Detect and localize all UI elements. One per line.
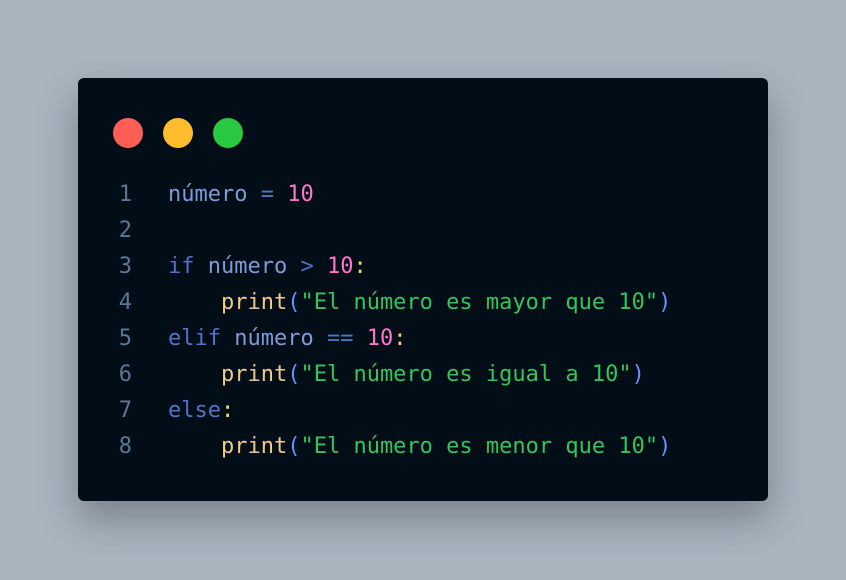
code-line: 1 número = 10 bbox=[78, 177, 768, 213]
code-token-paren: ) bbox=[631, 362, 645, 387]
code-line: 2 bbox=[78, 213, 768, 249]
code-token-num: 10 bbox=[326, 254, 354, 279]
code-token-kw: else bbox=[168, 398, 221, 423]
code-token-var: número bbox=[234, 326, 314, 351]
code-line: 6 print("El número es igual a 10") bbox=[78, 357, 768, 393]
code-token-fn: print bbox=[220, 362, 288, 387]
code-token-fn: print bbox=[220, 290, 288, 315]
line-source: else: bbox=[168, 393, 234, 429]
line-number: 1 bbox=[118, 182, 132, 207]
code-window: 1 número = 10 2 3 if número > 10: 4 print("El… bbox=[78, 78, 768, 501]
code-token-op: = bbox=[260, 182, 274, 207]
minimize-dot-icon[interactable] bbox=[163, 118, 193, 148]
line-number: 3 bbox=[118, 254, 132, 279]
line-source: print("El número es menor que 10") bbox=[168, 429, 671, 465]
line-source: if número > 10: bbox=[168, 249, 367, 285]
line-number: 8 bbox=[118, 434, 132, 459]
code-token-kw: if bbox=[168, 254, 195, 279]
code-token-fn: print bbox=[220, 434, 288, 459]
code-token-str: "El número es menor que 10" bbox=[300, 434, 659, 459]
code-line: 8 print("El número es menor que 10") bbox=[78, 429, 768, 465]
line-number: 7 bbox=[118, 398, 132, 423]
line-number: 2 bbox=[118, 218, 132, 243]
code-block: 1 número = 10 2 3 if número > 10: 4 print("El… bbox=[78, 177, 768, 465]
line-source: print("El número es mayor que 10") bbox=[168, 285, 671, 321]
code-token-paren: ( bbox=[287, 434, 301, 459]
code-line: 3 if número > 10: bbox=[78, 249, 768, 285]
code-token-num: 10 bbox=[287, 182, 314, 207]
code-token-str: "El número es mayor que 10" bbox=[300, 290, 659, 315]
code-line: 7 else: bbox=[78, 393, 768, 429]
line-number: 6 bbox=[118, 362, 132, 387]
code-token-var: número bbox=[207, 254, 288, 279]
code-token-kw: elif bbox=[168, 326, 221, 351]
line-source: número = 10 bbox=[168, 177, 314, 213]
close-dot-icon[interactable] bbox=[113, 118, 143, 148]
line-number: 4 bbox=[118, 290, 132, 315]
line-source: print("El número es igual a 10") bbox=[168, 357, 645, 393]
code-token-num: 10 bbox=[366, 326, 394, 351]
code-token-punct: : bbox=[220, 398, 235, 423]
code-token-paren: ) bbox=[658, 290, 672, 315]
code-token-op: > bbox=[300, 254, 314, 279]
maximize-dot-icon[interactable] bbox=[213, 118, 243, 148]
line-number: 5 bbox=[118, 326, 132, 351]
code-token-op: == bbox=[326, 326, 354, 351]
code-token-paren: ) bbox=[658, 434, 672, 459]
line-source: elif número == 10: bbox=[168, 321, 406, 357]
code-token-paren: ( bbox=[287, 362, 301, 387]
code-line: 4 print("El número es mayor que 10") bbox=[78, 285, 768, 321]
code-token-str: "El número es igual a 10" bbox=[300, 362, 632, 387]
code-token-var: número bbox=[168, 182, 248, 207]
code-line: 5 elif número == 10: bbox=[78, 321, 768, 357]
code-token-punct: : bbox=[353, 254, 367, 279]
code-token-paren: ( bbox=[287, 290, 301, 315]
code-token-punct: : bbox=[393, 326, 407, 351]
